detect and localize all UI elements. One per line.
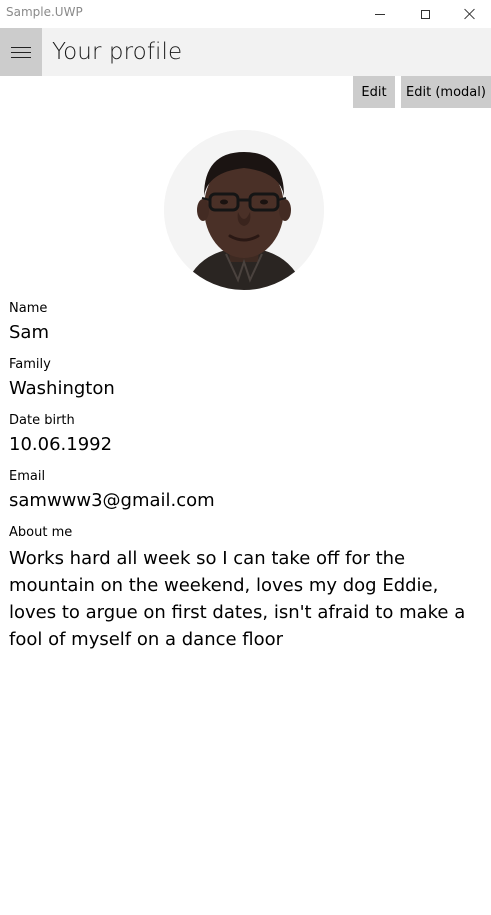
- maximize-icon: [420, 9, 430, 19]
- about-me-value: Works hard all week so I can take off fo…: [9, 548, 466, 650]
- title-bar: Sample.UWP: [0, 0, 491, 28]
- minimize-button[interactable]: [357, 0, 403, 28]
- name-value: Sam: [9, 322, 49, 343]
- page-header: Your profile: [0, 28, 491, 76]
- family-label: Family: [9, 357, 51, 372]
- page-title: Your profile: [52, 39, 183, 65]
- family-value: Washington: [9, 378, 115, 399]
- maximize-button[interactable]: [402, 0, 448, 28]
- about-me-label: About me: [9, 525, 73, 540]
- birth-date-value: 10.06.1992: [9, 434, 113, 455]
- app-window: Sample.UWP Your profile Edit Edit (modal…: [0, 0, 491, 915]
- edit-modal-button[interactable]: Edit (modal): [401, 76, 491, 108]
- email-value: samwww3@gmail.com: [9, 490, 215, 511]
- minimize-icon: [375, 13, 385, 15]
- name-label: Name: [9, 301, 48, 316]
- profile-avatar: [164, 130, 324, 290]
- close-icon: [464, 8, 476, 20]
- close-button[interactable]: [447, 0, 491, 28]
- email-label: Email: [9, 469, 46, 484]
- hamburger-menu-button[interactable]: [0, 28, 42, 76]
- hamburger-icon: [11, 46, 31, 48]
- birth-date-label: Date birth: [9, 413, 75, 428]
- app-title: Sample.UWP: [6, 5, 83, 19]
- edit-button[interactable]: Edit: [353, 76, 395, 108]
- profile-photo: [164, 130, 324, 290]
